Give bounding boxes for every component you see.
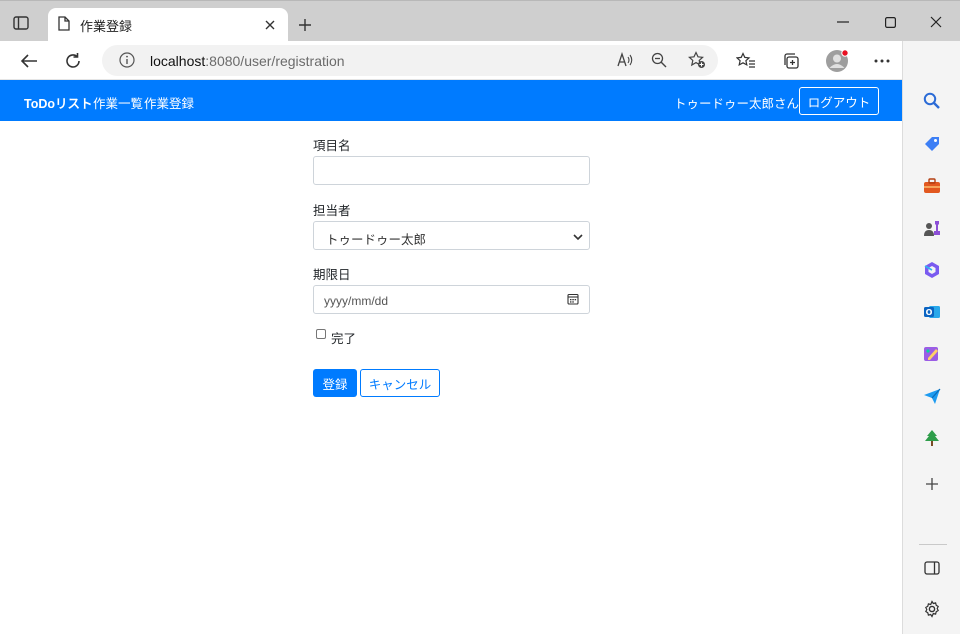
maximize-icon[interactable] xyxy=(879,11,901,33)
close-window-icon[interactable] xyxy=(925,11,947,33)
outlook-icon[interactable]: O xyxy=(921,301,943,323)
done-checkbox[interactable] xyxy=(316,329,326,339)
favorites-icon[interactable] xyxy=(733,48,759,74)
item-name-label: 項目名 xyxy=(313,138,351,153)
register-button[interactable]: 登録 xyxy=(313,369,357,397)
read-aloud-icon[interactable] xyxy=(614,49,636,71)
address-bar[interactable]: localhost:8080/user/registration xyxy=(102,45,718,76)
designer-icon[interactable] xyxy=(921,343,943,365)
due-date-placeholder: yyyy/mm/dd xyxy=(324,294,389,308)
calendar-icon[interactable] xyxy=(567,293,579,305)
user-greeting: トゥードゥー太郎さん xyxy=(674,96,800,111)
settings-gear-icon[interactable] xyxy=(921,598,943,620)
close-tab-icon[interactable] xyxy=(262,17,278,33)
app-navbar: ToDoリスト 作業一覧 作業登録 トゥードゥー太郎さん ログアウト xyxy=(0,80,902,121)
nav-task-registration[interactable]: 作業登録 xyxy=(144,93,194,112)
shopping-tag-icon[interactable] xyxy=(921,133,943,155)
logout-button[interactable]: ログアウト xyxy=(799,87,879,115)
browser-toolbar: localhost:8080/user/registration xyxy=(0,41,960,80)
hide-sidebar-icon[interactable] xyxy=(921,557,943,579)
microsoft-365-icon[interactable] xyxy=(921,259,943,281)
send-icon[interactable] xyxy=(921,385,943,407)
tools-icon[interactable] xyxy=(921,175,943,197)
search-icon[interactable] xyxy=(921,90,943,112)
new-tab-icon[interactable] xyxy=(294,14,316,36)
nav-task-list[interactable]: 作業一覧 xyxy=(93,93,143,112)
info-icon[interactable] xyxy=(116,49,138,71)
assignee-selected-value: トゥードゥー太郎 xyxy=(326,232,427,247)
minimize-icon[interactable] xyxy=(832,11,854,33)
zoom-out-icon[interactable] xyxy=(648,49,670,71)
games-icon[interactable] xyxy=(921,217,943,239)
sidebar-divider xyxy=(919,544,947,545)
item-name-input[interactable] xyxy=(313,156,590,185)
chevron-down-icon xyxy=(573,231,583,241)
url-host: localhost xyxy=(150,52,206,69)
assignee-select[interactable]: トゥードゥー太郎 xyxy=(313,221,590,250)
svg-text:O: O xyxy=(926,308,933,317)
due-date-label: 期限日 xyxy=(313,267,351,282)
web-page: ToDoリスト 作業一覧 作業登録 トゥードゥー太郎さん ログアウト 項目名 担… xyxy=(0,80,902,634)
cancel-button[interactable]: キャンセル xyxy=(360,369,440,397)
tree-icon[interactable] xyxy=(921,427,943,449)
tab-actions-icon[interactable] xyxy=(10,12,32,34)
url-text: localhost:8080/user/registration xyxy=(150,53,345,69)
brand-link[interactable]: ToDoリスト xyxy=(24,93,93,112)
edge-sidebar: O xyxy=(902,41,960,634)
refresh-icon[interactable] xyxy=(60,48,86,74)
tab-title: 作業登録 xyxy=(80,19,133,35)
url-path: :8080/user/registration xyxy=(205,52,345,69)
due-date-input[interactable]: yyyy/mm/dd xyxy=(313,285,590,314)
browser-tab[interactable]: 作業登録 xyxy=(48,8,288,42)
add-icon[interactable] xyxy=(921,473,943,495)
profile-avatar[interactable] xyxy=(824,48,850,74)
back-icon[interactable] xyxy=(16,48,42,74)
assignee-label: 担当者 xyxy=(313,203,351,218)
add-favorite-icon[interactable] xyxy=(686,49,708,71)
collections-icon[interactable] xyxy=(778,48,804,74)
done-label: 完了 xyxy=(331,331,357,346)
browser-titlebar: 作業登録 xyxy=(0,0,960,42)
more-options-icon[interactable] xyxy=(869,48,895,74)
page-icon xyxy=(58,15,70,35)
